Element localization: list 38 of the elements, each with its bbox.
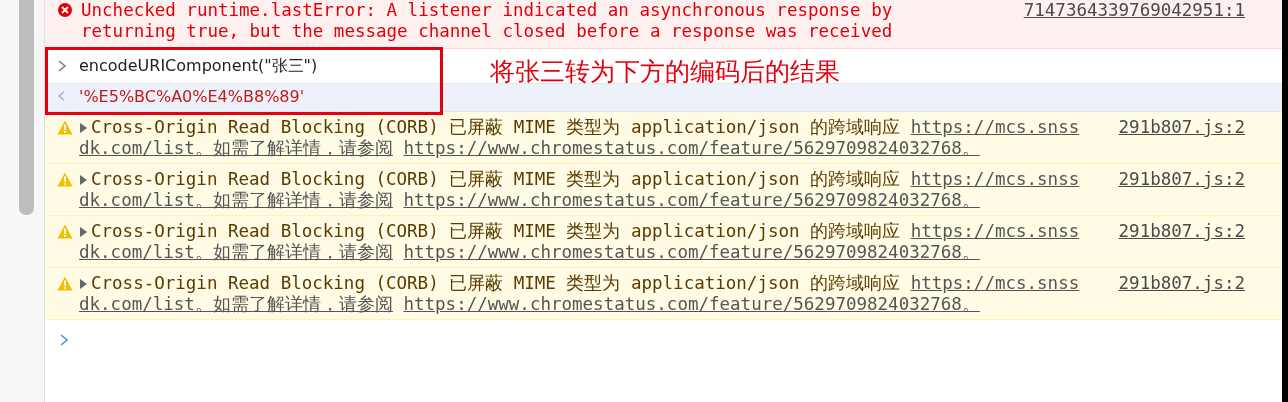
url-link[interactable]: https://mcs.snss xyxy=(910,169,1080,190)
warning-message: Cross-Origin Read Blocking (CORB) 已屏蔽 MIME 类型为 application/json 的跨域响应 xyxy=(91,273,902,294)
source-link[interactable]: 291b807.js:2 xyxy=(1118,273,1245,294)
url-link[interactable]: dk.com/list。如需了解详情，请参阅 xyxy=(79,294,393,315)
documentation-link[interactable]: https://www.chromestatus.com/feature/5629709824032768。 xyxy=(403,138,980,159)
url-link[interactable]: dk.com/list。如需了解详情，请参阅 xyxy=(79,190,393,211)
expand-triangle-icon[interactable] xyxy=(79,227,88,237)
url-link[interactable]: https://mcs.snss xyxy=(910,273,1080,294)
source-link[interactable]: 291b807.js:2 xyxy=(1118,169,1245,190)
expand-triangle-icon[interactable] xyxy=(79,175,88,185)
scrollbar-thumb[interactable] xyxy=(18,0,34,215)
url-link[interactable]: https://mcs.snss xyxy=(910,117,1080,138)
input-prompt-icon xyxy=(57,60,67,72)
result-value-text: '%E5%BC%A0%E4%B8%89' xyxy=(79,86,305,106)
source-link[interactable]: 7147364339769042951:1 xyxy=(1023,0,1245,21)
url-link[interactable]: dk.com/list。如需了解详情，请参阅 xyxy=(79,242,393,263)
error-message: returning true, but the message channel closed before a response was received xyxy=(81,21,894,42)
warning-icon xyxy=(57,172,73,187)
warning-message: Cross-Origin Read Blocking (CORB) 已屏蔽 MIME 类型为 application/json 的跨域响应 xyxy=(91,117,902,138)
annotation-text: 将张三转为下方的编码后的结果 xyxy=(490,56,840,88)
error-message: Unchecked runtime.lastError: A listener indicated an asynchronous response by xyxy=(81,0,894,21)
warning-icon xyxy=(57,120,73,135)
url-link[interactable]: https://mcs.snss xyxy=(910,221,1080,242)
error-icon xyxy=(57,2,73,18)
input-code-text: encodeURIComponent("张三") xyxy=(79,55,318,77)
expand-triangle-icon[interactable] xyxy=(79,123,88,133)
expand-triangle-icon[interactable] xyxy=(79,279,88,289)
source-link[interactable]: 291b807.js:2 xyxy=(1118,221,1245,242)
warning-message: Cross-Origin Read Blocking (CORB) 已屏蔽 MIME 类型为 application/json 的跨域响应 xyxy=(91,221,902,242)
documentation-link[interactable]: https://www.chromestatus.com/feature/5629709824032768。 xyxy=(403,190,980,211)
url-link[interactable]: dk.com/list。如需了解详情，请参阅 xyxy=(79,138,393,159)
warning-icon xyxy=(57,224,73,239)
warning-message: Cross-Origin Read Blocking (CORB) 已屏蔽 MIME 类型为 application/json 的跨域响应 xyxy=(91,169,902,190)
warning-icon xyxy=(57,276,73,291)
source-link[interactable]: 291b807.js:2 xyxy=(1118,117,1245,138)
documentation-link[interactable]: https://www.chromestatus.com/feature/5629709824032768。 xyxy=(403,242,980,263)
console-prompt-icon[interactable] xyxy=(59,334,69,346)
documentation-link[interactable]: https://www.chromestatus.com/feature/5629709824032768。 xyxy=(403,294,980,315)
